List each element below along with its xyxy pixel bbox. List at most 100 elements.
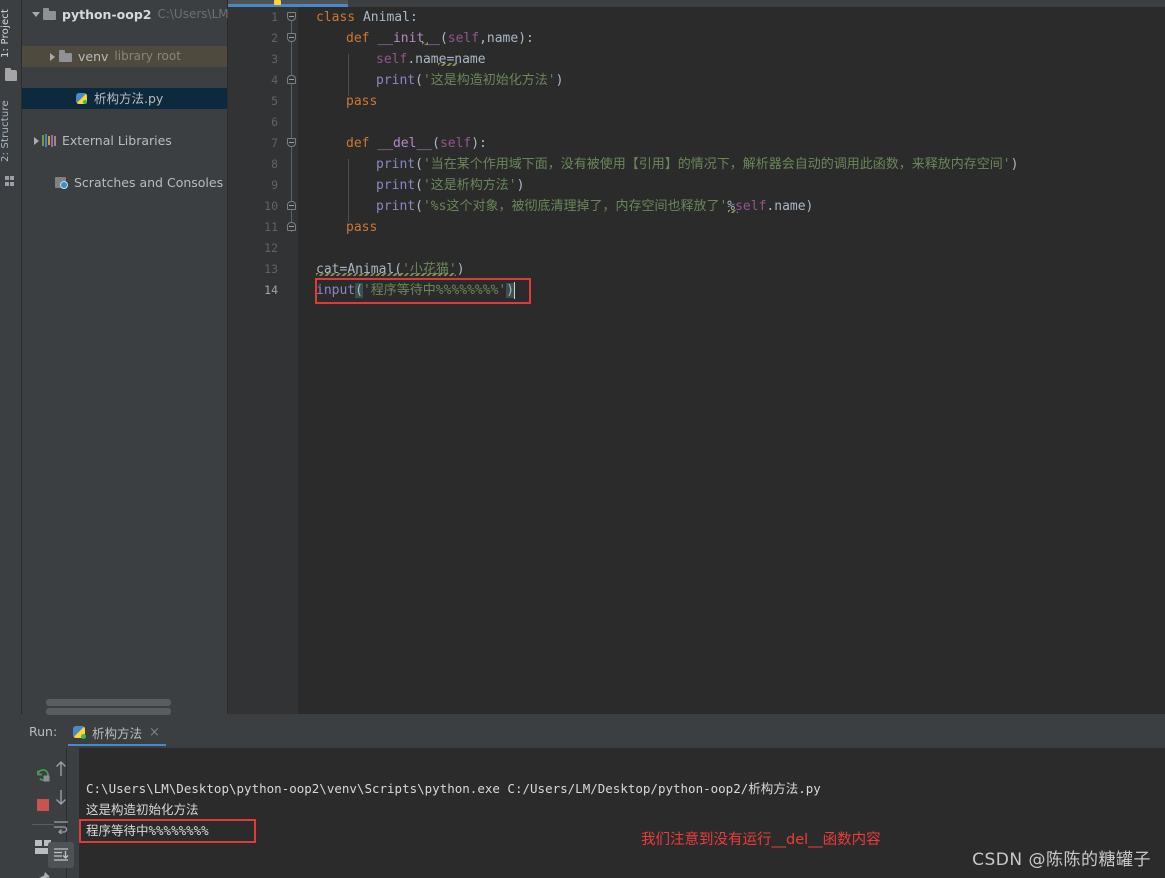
run-tab-xigoufangfa[interactable]: 析构方法 × <box>68 721 166 746</box>
run-label: Run: <box>29 724 58 739</box>
fold-marker-del-end[interactable] <box>287 201 296 210</box>
chevron-right-icon[interactable] <box>46 46 58 67</box>
token-self: self <box>376 52 408 67</box>
console-line-output-2: 程序等待中%%%%%%%% <box>86 823 209 838</box>
console-line-command: C:\Users\LM\Desktop\python-oop2\venv\Scr… <box>86 781 821 796</box>
scroll-to-end-button[interactable] <box>48 842 74 868</box>
arrow-up-icon <box>56 761 66 776</box>
folder-icon <box>5 68 17 81</box>
tree-item-label: External Libraries <box>62 133 172 148</box>
token-string: '这是析构方法' <box>422 178 517 193</box>
structure-icon <box>5 176 16 187</box>
line-number: 7 <box>271 136 278 150</box>
code-line-9: print('这是析构方法') <box>376 178 525 193</box>
editor-tab-active[interactable] <box>228 0 348 7</box>
line-number: 10 <box>264 199 278 213</box>
code-line-3: self.name=name <box>376 52 486 67</box>
tool-tab-structure[interactable]: 2: Structure <box>0 90 22 172</box>
code-line-5: pass <box>346 91 377 112</box>
arrow-down-icon <box>56 790 66 805</box>
line-number: 9 <box>271 178 278 192</box>
sidebar-horizontal-scrollbar[interactable] <box>46 699 171 706</box>
editor-horizontal-scrollbar[interactable] <box>46 708 171 715</box>
tree-item-external-libraries[interactable]: External Libraries <box>22 130 227 151</box>
console-line-output-1: 这是构造初始化方法 <box>86 802 199 817</box>
fold-marker-class-end[interactable] <box>287 222 296 231</box>
tree-item-scratches-and-consoles[interactable]: Scratches and Consoles <box>22 172 227 193</box>
token-string: '%s这个对象，被彻底清理掉了，内存空间也释放了' <box>422 199 728 214</box>
folder-icon <box>58 46 74 67</box>
error-squiggle <box>316 273 456 276</box>
line-number: 2 <box>271 31 278 45</box>
chevron-right-icon[interactable] <box>30 130 42 151</box>
libraries-icon <box>42 130 58 151</box>
token-keyword: def <box>346 31 370 46</box>
token-self: self <box>447 31 480 46</box>
soft-wrap-icon <box>54 821 68 834</box>
run-toolbar-secondary <box>46 748 79 878</box>
code-line-14: input('程序等待中%%%%%%%%') <box>316 283 515 298</box>
token-classname: Animal <box>362 10 410 25</box>
run-tab-label: 析构方法 <box>92 726 143 741</box>
tool-tab-project[interactable]: 1: Project <box>0 2 22 64</box>
line-number: 8 <box>271 157 278 171</box>
token-builtin: print <box>376 178 416 193</box>
error-squiggle <box>728 210 738 213</box>
tree-item-sublabel: library root <box>114 49 181 63</box>
token-builtin: print <box>376 157 416 172</box>
token-builtin: input <box>316 283 356 298</box>
token-colon: : <box>409 10 418 25</box>
fold-marker-class[interactable] <box>287 12 296 21</box>
token-self: self <box>439 136 472 151</box>
token-builtin: print <box>376 73 416 88</box>
line-number: 11 <box>264 220 278 234</box>
close-icon[interactable]: × <box>149 725 160 740</box>
code-line-8: print('当在某个作用域下面，没有被使用【引用】的情况下，解析器会自动的调用… <box>376 157 1019 172</box>
run-tool-window[interactable]: Run: 析构方法 × C:\Users\LM\Desktop\python-o… <box>0 708 1165 878</box>
token-function: __init__ <box>377 31 440 46</box>
code-line-11: pass <box>346 217 377 238</box>
print-button[interactable] <box>48 872 74 878</box>
folder-icon <box>42 4 58 25</box>
tree-item-python-oop2[interactable]: python-oop2 C:\Users\LM\D <box>22 4 242 25</box>
text-caret <box>514 282 515 299</box>
code-line-2: def __init__(self,name): <box>346 31 534 46</box>
console-output[interactable]: C:\Users\LM\Desktop\python-oop2\venv\Scr… <box>79 748 1165 878</box>
tree-item-venv[interactable]: venv library root <box>22 46 227 67</box>
scroll-up-button[interactable] <box>48 756 74 782</box>
token-keyword: pass <box>346 220 378 235</box>
run-tab-bar: Run: 析构方法 × <box>22 708 1165 746</box>
scroll-down-button[interactable] <box>48 784 74 810</box>
code-content[interactable]: class Animal: def __init__(self,name): s… <box>298 7 1165 714</box>
fold-marker-init-end[interactable] <box>287 75 296 84</box>
token-keyword: class <box>316 10 356 25</box>
scroll-to-end-icon <box>54 848 69 861</box>
error-squiggle <box>422 42 428 45</box>
fold-marker-init[interactable] <box>287 33 296 42</box>
indent-guide <box>348 54 349 96</box>
tree-item-label: python-oop2 <box>62 7 152 22</box>
code-line-4: print('这是构造初始化方法') <box>376 73 564 88</box>
line-number: 3 <box>271 52 278 66</box>
token-string: '程序等待中%%%%%%%%' <box>362 283 507 298</box>
project-tree[interactable]: python-oop2 C:\Users\LM\D venv library r… <box>22 0 242 714</box>
fold-guide-line <box>291 17 292 232</box>
tree-item-xigoufangfa-py[interactable]: 析构方法.py <box>22 88 227 109</box>
code-fold-column[interactable] <box>286 7 298 714</box>
code-editor[interactable]: 1 2 3 4 5 6 7 8 9 10 11 12 13 14 class A… <box>228 0 1165 714</box>
scratches-icon <box>54 172 70 193</box>
line-number: 4 <box>271 73 278 87</box>
code-line-13: cat=Animal('小花猫') <box>316 262 465 277</box>
fold-marker-del[interactable] <box>287 138 296 147</box>
token-string: '这是构造初始化方法' <box>422 73 556 88</box>
code-line-1: class Animal: <box>316 7 418 28</box>
python-file-icon <box>72 725 87 740</box>
token-function: __del__ <box>377 136 433 151</box>
soft-wrap-button[interactable] <box>48 814 74 840</box>
token-keyword: pass <box>346 94 378 109</box>
line-number-gutter: 1 2 3 4 5 6 7 8 9 10 11 12 13 14 <box>228 7 286 714</box>
chevron-down-icon[interactable] <box>30 4 42 25</box>
